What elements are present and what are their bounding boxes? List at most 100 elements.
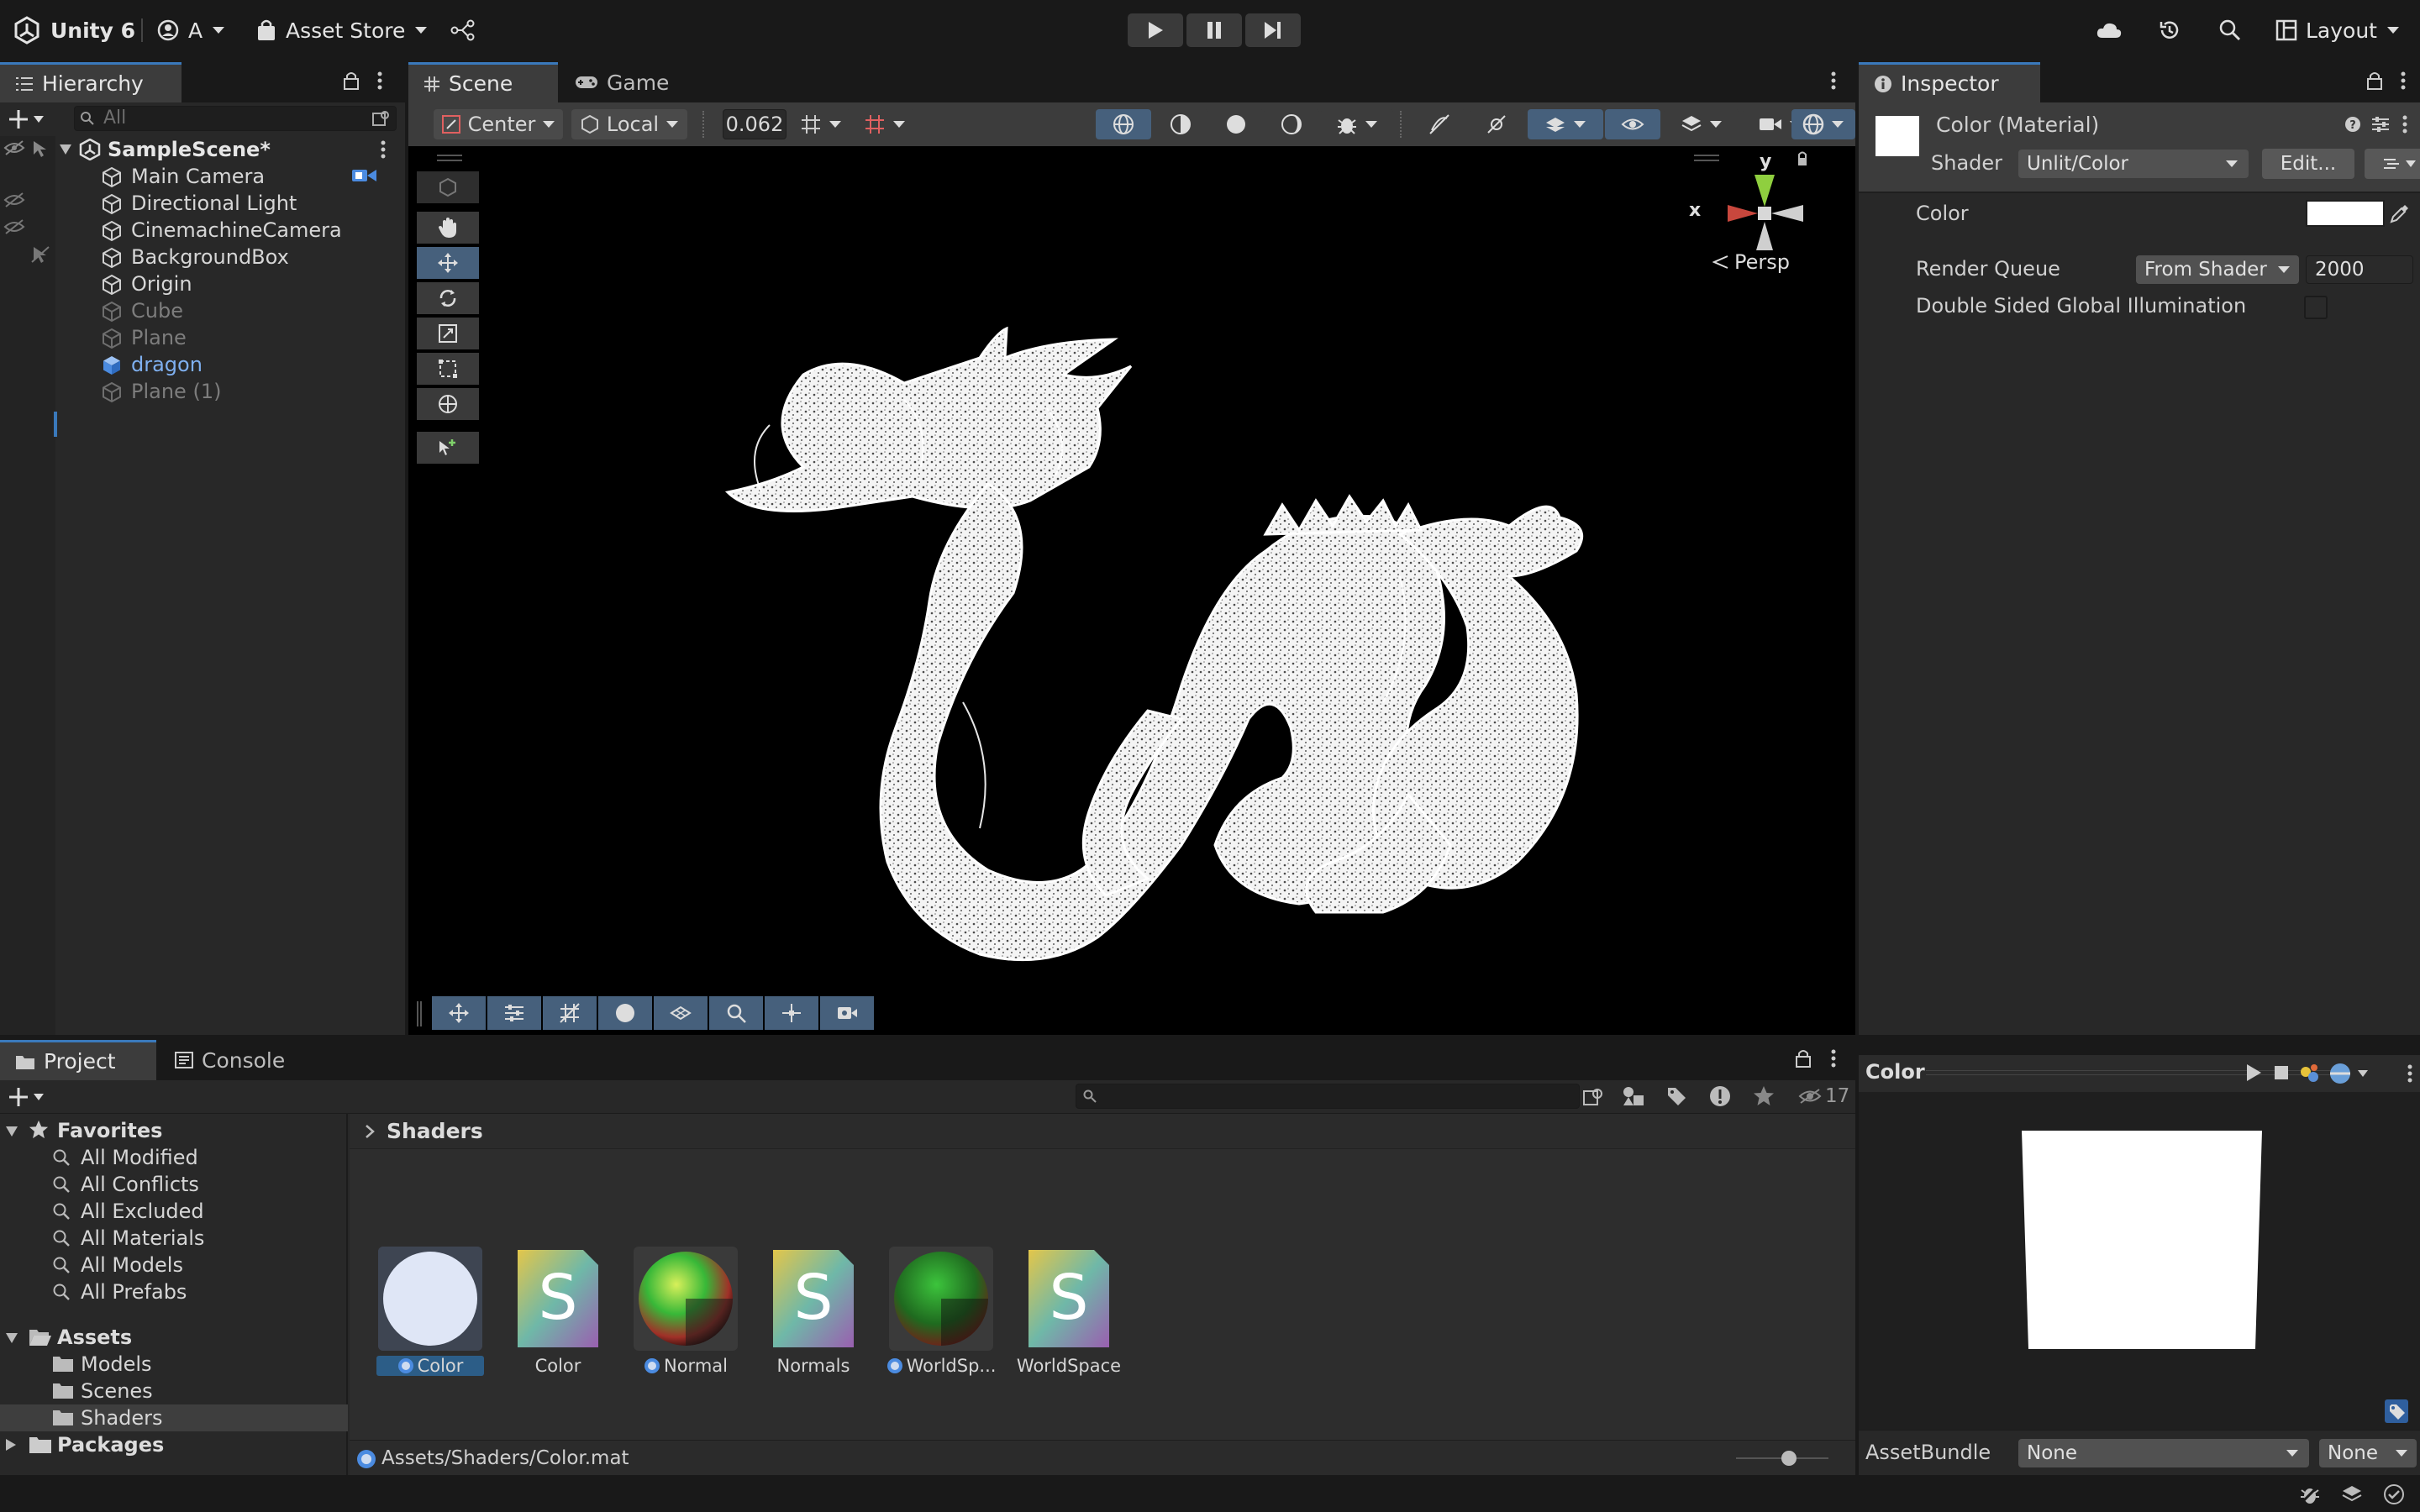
move-overlay-button[interactable] [432,996,486,1030]
shaded-toggle[interactable] [1208,109,1264,139]
shader-dropdown[interactable]: Unlit/Color [2018,150,2249,178]
packages-folder-row[interactable]: Packages [0,1431,348,1458]
camera-preview-button[interactable] [820,996,874,1030]
favorite-item[interactable]: All Models [0,1252,348,1278]
search-button[interactable] [709,996,763,1030]
favorite-item[interactable]: All Modified [0,1144,348,1171]
search-scope-icon[interactable] [1583,1087,1605,1107]
lock-icon[interactable] [343,71,360,91]
tool-settings-button[interactable] [487,996,541,1030]
kebab-menu-icon[interactable] [2402,114,2408,134]
asset-folder-item[interactable]: Shaders [0,1404,348,1431]
layers-status-icon[interactable] [2341,1483,2363,1505]
add-icon[interactable] [8,109,47,129]
hierarchy-item[interactable]: Directional Light [0,190,405,217]
orientation-axes-button[interactable] [765,996,818,1030]
tab-scene[interactable]: Scene [408,62,558,102]
scale-tool-button[interactable] [417,318,479,349]
favorite-item[interactable]: All Prefabs [0,1278,348,1305]
scene-root-row[interactable]: SampleScene* [0,136,405,163]
hierarchy-item[interactable]: BackgroundBox [0,244,405,270]
foldout-open-icon[interactable] [59,144,72,155]
asset-item[interactable]: S Normals [756,1247,871,1376]
increment-snap-dropdown[interactable] [792,109,850,139]
tab-project[interactable]: Project [0,1040,156,1080]
breadcrumb-shaders[interactable]: Shaders [387,1119,483,1143]
hierarchy-search-input[interactable]: All [74,106,397,131]
preset-sliders-icon[interactable] [2371,116,2390,133]
version-control-button[interactable] [450,12,476,49]
asset-item[interactable]: WorldSp... [884,1247,998,1376]
debug-draw-dropdown[interactable] [1321,109,1393,139]
scene-viewport[interactable]: y x Persp [408,146,1855,1035]
asset-item[interactable]: S WorldSpace [1012,1247,1126,1376]
tag-icon[interactable] [2385,1399,2408,1423]
rect-tool-button[interactable] [417,353,479,385]
asset-item[interactable]: Color [373,1247,487,1376]
account-dropdown[interactable]: A [156,12,226,49]
hierarchy-item[interactable]: dragon [0,351,405,378]
perspective-toggle[interactable]: Persp [1712,250,1790,274]
unlit-toggle[interactable] [1264,109,1319,139]
favorite-item[interactable]: All Excluded [0,1198,348,1225]
lighting-sphere-button[interactable] [598,996,652,1030]
foldout-closed-icon[interactable] [5,1438,17,1452]
history-button[interactable] [2158,12,2181,49]
tab-inspector[interactable]: Inspector [1859,62,2040,102]
add-icon[interactable] [8,1087,47,1107]
kebab-menu-icon[interactable] [376,71,383,91]
help-icon[interactable]: ? [2344,116,2361,133]
move-tool-button[interactable] [417,247,479,279]
play-button[interactable] [1128,13,1183,47]
cloud-button[interactable] [2096,12,2123,49]
hidden-packages-toggle[interactable]: 17 [1798,1085,1849,1107]
foldout-open-icon[interactable] [5,1126,18,1137]
grid-plane-button[interactable] [654,996,708,1030]
custom-tool-button[interactable] [417,432,479,464]
wireframe-draw-toggle[interactable] [1096,109,1151,139]
asset-store-dropdown[interactable]: Asset Store [255,12,429,49]
overlay-drag-handle[interactable] [437,155,462,161]
debug-mode-icon[interactable] [2299,1483,2321,1505]
play-icon[interactable] [2245,1063,2262,1082]
render-queue-mode-dropdown[interactable]: From Shader [2136,255,2299,284]
light-toggle-icon[interactable] [2297,1062,2321,1085]
unity-menu[interactable]: Unity 6 [12,12,135,49]
grid-snap-dropdown[interactable] [855,109,914,139]
hierarchy-item[interactable]: Plane (1) [0,378,405,405]
hidden-objects-toggle[interactable] [1605,109,1660,139]
check-circle-icon[interactable] [2383,1483,2405,1505]
kebab-menu-icon[interactable] [2407,1063,2413,1084]
filter-by-label-icon[interactable] [1665,1085,1687,1107]
gizmos-dropdown[interactable] [1791,109,1855,139]
render-queue-input[interactable]: 2000 [2306,255,2413,284]
assets-folder-row[interactable]: Assets [0,1324,348,1351]
lock-icon[interactable] [2366,71,2383,91]
grid-snapping-button[interactable] [543,996,597,1030]
kebab-menu-icon[interactable] [1830,1048,1837,1068]
layers-dropdown[interactable] [1664,109,1739,139]
favorite-item[interactable]: All Conflicts [0,1171,348,1198]
edit-shader-button[interactable]: Edit... [2262,149,2354,179]
hierarchy-item[interactable]: Main Camera [0,163,405,190]
view-tool-button[interactable] [417,212,479,244]
orientation-gizmo[interactable]: y x Persp [1686,146,1845,281]
preview-shape-dropdown[interactable] [2329,1062,2371,1085]
view-cube-button[interactable] [417,171,479,203]
asset-folder-item[interactable]: Scenes [0,1378,348,1404]
rotate-tool-button[interactable] [417,282,479,314]
hierarchy-item[interactable]: Plane [0,324,405,351]
transform-tool-button[interactable] [417,388,479,420]
favorites-header[interactable]: Favorites [0,1117,348,1144]
pivot-mode-dropdown[interactable]: Center [434,109,563,139]
search-button[interactable] [2218,12,2242,49]
shaded-wireframe-toggle[interactable] [1153,109,1208,139]
icon-size-slider-thumb[interactable] [1781,1451,1797,1466]
material-options-dropdown[interactable] [2365,149,2420,179]
tab-game[interactable]: Game [560,62,708,102]
layout-dropdown[interactable]: Layout [2275,12,2401,49]
star-icon[interactable] [1753,1085,1775,1107]
kebab-menu-icon[interactable] [380,139,387,160]
hierarchy-item[interactable]: Cube [0,297,405,324]
step-button[interactable] [1245,13,1301,47]
